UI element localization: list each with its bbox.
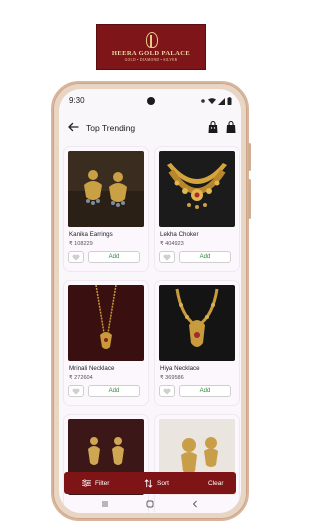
power-button [248,143,251,171]
wishlist-button[interactable] [159,251,175,263]
wishlist-button[interactable] [68,251,84,263]
app-screen: 9:30 Top Trending Kanika Earrings ₹ 1082… [59,89,241,513]
clear-label: Clear [208,479,224,487]
filter-button[interactable]: Filter [82,472,109,494]
brand-name: HEERA GOLD PALACE [111,50,191,57]
product-card[interactable]: Lekha Choker ₹ 404923 Add [155,147,239,271]
product-price: ₹ 108229 [69,241,93,247]
product-price: ₹ 272604 [69,375,93,381]
brand-mark-icon [142,32,160,48]
heart-icon [72,254,80,261]
product-name: Kanika Earrings [69,231,113,238]
recents-icon[interactable] [101,500,109,508]
product-image-lekha-choker[interactable] [159,151,235,227]
status-time: 9:30 [69,96,85,105]
sort-icon [144,478,153,488]
product-card[interactable]: Mrinali Necklace ₹ 272604 Add [64,281,148,405]
page-title: Top Trending [86,123,136,133]
bottom-action-bar: Filter Sort Clear [64,472,236,494]
sort-button[interactable]: Sort [144,472,169,494]
cart-bag-icon[interactable] [225,120,237,134]
status-icons [200,97,232,105]
product-image-mrinali-necklace[interactable] [68,285,144,361]
front-camera [147,97,155,105]
signal-dot-icon [201,99,205,103]
volume-button [248,179,251,219]
brand-logo: HEERA GOLD PALACE GOLD • DIAMOND • SILVE… [96,24,206,70]
product-name: Mrinali Necklace [69,365,115,372]
status-bar: 9:30 [59,89,241,109]
nav-back-icon[interactable] [191,500,199,508]
brand-tagline: GOLD • DIAMOND • SILVER [124,58,178,62]
wishlist-button[interactable] [68,385,84,397]
home-icon[interactable] [146,500,154,508]
wishlist-button[interactable] [159,385,175,397]
shopping-bag-icon[interactable] [207,120,219,134]
product-image-kanika-earrings[interactable] [68,151,144,227]
product-name: Lekha Choker [160,231,199,238]
heart-icon [72,388,80,395]
cell-signal-icon [218,97,225,105]
system-nav-bar [59,497,241,513]
product-card[interactable]: Kanika Earrings ₹ 108229 Add [64,147,148,271]
battery-icon [227,97,232,105]
phone-frame: 9:30 Top Trending Kanika Earrings ₹ 1082… [51,81,251,521]
back-arrow-icon[interactable] [67,121,79,133]
sort-label: Sort [157,479,169,487]
page-header: Top Trending [59,115,241,141]
clear-button[interactable]: Clear [208,472,224,494]
product-name: Hiya Necklace [160,365,200,372]
product-price: ₹ 369586 [160,375,184,381]
add-to-cart-button[interactable]: Add [88,251,140,263]
heart-icon [163,254,171,261]
heart-icon [163,388,171,395]
product-card[interactable]: Hiya Necklace ₹ 369586 Add [155,281,239,405]
add-to-cart-button[interactable]: Add [179,385,231,397]
add-to-cart-button[interactable]: Add [88,385,140,397]
wifi-icon [208,97,216,104]
product-price: ₹ 404923 [160,241,184,247]
filter-icon [82,479,91,487]
product-image-hiya-necklace[interactable] [159,285,235,361]
add-to-cart-button[interactable]: Add [179,251,231,263]
filter-label: Filter [95,479,110,487]
